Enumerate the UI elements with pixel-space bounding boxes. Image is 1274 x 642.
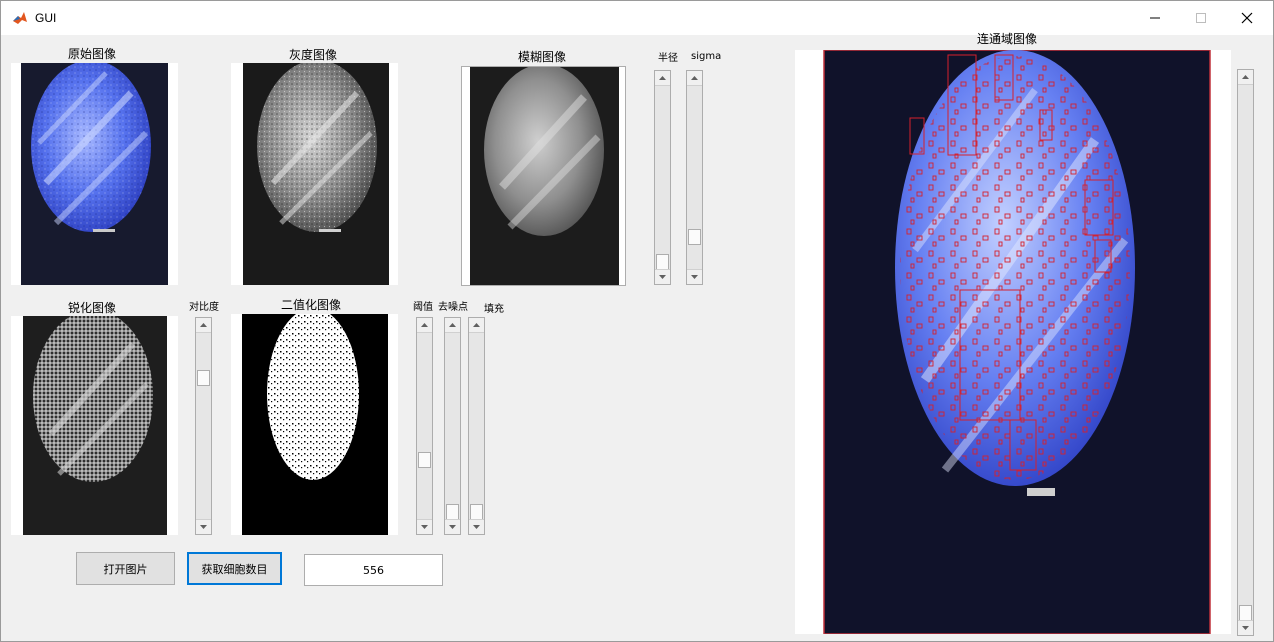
cell-count-output[interactable]: 556 <box>304 554 443 586</box>
denoise-slider-down-arrow[interactable] <box>445 519 460 534</box>
contrast-slider-down-arrow[interactable] <box>196 519 211 534</box>
sigma-slider[interactable] <box>686 70 703 285</box>
maximize-icon <box>1196 13 1206 23</box>
denoise-label: 去噪点 <box>438 302 468 313</box>
gray-image-label: 灰度图像 <box>289 48 338 62</box>
matlab-logo-icon <box>12 10 28 26</box>
sigma-label: sigma <box>691 51 722 62</box>
threshold-slider-up-arrow[interactable] <box>417 318 432 333</box>
sigma-slider-up-arrow[interactable] <box>687 71 702 86</box>
gray-image <box>231 63 398 285</box>
chevron-up-icon <box>421 323 428 327</box>
right-scrollbar-thumb[interactable] <box>1239 605 1252 621</box>
chevron-down-icon <box>421 525 428 529</box>
fill-slider-thumb[interactable] <box>470 504 483 520</box>
denoise-slider-thumb[interactable] <box>446 504 459 520</box>
window-title: GUI <box>35 11 57 25</box>
count-cells-button[interactable]: 获取细胞数目 <box>187 552 282 585</box>
connected-image-label: 连通域图像 <box>977 32 1038 46</box>
chevron-down-icon <box>1242 626 1249 630</box>
sigma-slider-down-arrow[interactable] <box>687 269 702 284</box>
right-scrollbar-down-arrow[interactable] <box>1238 620 1253 635</box>
fill-slider-up-arrow[interactable] <box>469 318 484 333</box>
sigma-slider-thumb[interactable] <box>688 228 701 245</box>
fill-slider[interactable] <box>468 317 485 535</box>
original-image-label: 原始图像 <box>68 47 117 61</box>
radius-slider-down-arrow[interactable] <box>655 269 670 284</box>
threshold-slider-thumb[interactable] <box>418 452 431 469</box>
radius-slider[interactable] <box>654 70 671 285</box>
chevron-up-icon <box>1242 75 1249 79</box>
close-button[interactable] <box>1224 1 1270 35</box>
contrast-slider-thumb[interactable] <box>197 369 210 386</box>
close-icon <box>1241 12 1253 24</box>
threshold-slider-down-arrow[interactable] <box>417 519 432 534</box>
chevron-up-icon <box>473 323 480 327</box>
threshold-slider[interactable] <box>416 317 433 535</box>
chevron-up-icon <box>659 76 666 80</box>
denoise-slider-up-arrow[interactable] <box>445 318 460 333</box>
maximize-button[interactable] <box>1178 1 1224 35</box>
chevron-down-icon <box>449 525 456 529</box>
blur-image-label: 模糊图像 <box>518 50 567 64</box>
chevron-up-icon <box>200 323 207 327</box>
chevron-down-icon <box>200 525 207 529</box>
contrast-slider[interactable] <box>195 317 212 535</box>
connected-image <box>795 50 1231 634</box>
chevron-up-icon <box>691 76 698 80</box>
radius-slider-up-arrow[interactable] <box>655 71 670 86</box>
app-window: GUI 原始图像 灰度图像 模糊图像 锐化图像 二值化图像 连通域图像 半径 s… <box>0 0 1274 642</box>
denoise-slider[interactable] <box>444 317 461 535</box>
binary-image-label: 二值化图像 <box>281 298 342 312</box>
contrast-label: 对比度 <box>189 302 219 313</box>
chevron-up-icon <box>449 323 456 327</box>
original-image <box>11 63 178 285</box>
right-scrollbar-up-arrow[interactable] <box>1238 70 1253 85</box>
chevron-down-icon <box>659 275 666 279</box>
fill-label: 填充 <box>484 304 504 315</box>
radius-label: 半径 <box>658 53 678 64</box>
chevron-down-icon <box>473 525 480 529</box>
radius-slider-thumb[interactable] <box>656 254 669 270</box>
minimize-icon <box>1150 17 1160 19</box>
right-scrollbar[interactable] <box>1237 69 1254 636</box>
sharpen-image-label: 锐化图像 <box>68 301 117 315</box>
minimize-button[interactable] <box>1132 1 1178 35</box>
blur-image <box>461 66 626 286</box>
chevron-down-icon <box>691 275 698 279</box>
contrast-slider-up-arrow[interactable] <box>196 318 211 333</box>
sharpen-image <box>11 316 178 535</box>
title-bar: GUI <box>1 1 1273 35</box>
binary-image <box>231 314 398 535</box>
open-image-button[interactable]: 打开图片 <box>76 552 175 585</box>
fill-slider-down-arrow[interactable] <box>469 519 484 534</box>
threshold-label: 阈值 <box>413 302 433 313</box>
